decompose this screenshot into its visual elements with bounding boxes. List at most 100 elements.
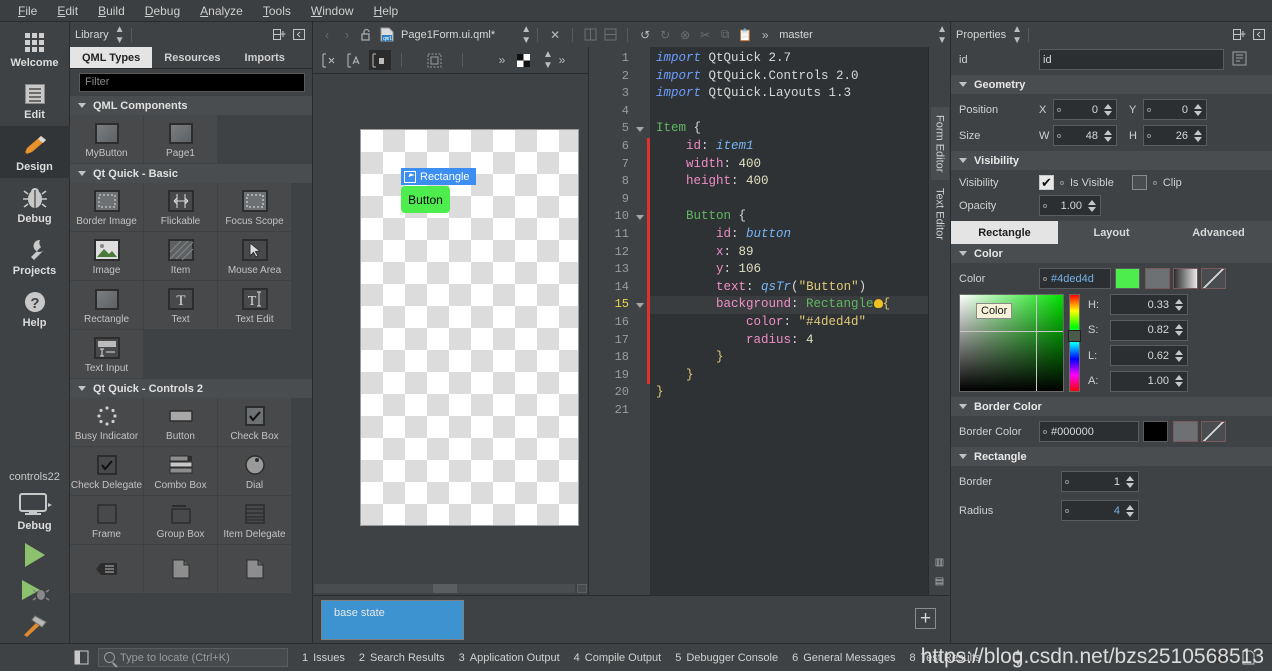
border-transparent-mode-button[interactable]	[1201, 421, 1226, 442]
output-pane-compile-output[interactable]: 4Compile Output	[574, 652, 662, 664]
menu-edit[interactable]: Edit	[47, 0, 88, 22]
clip-checkbox[interactable]	[1132, 175, 1147, 190]
library-item-mybutton[interactable]: MyButton	[70, 115, 144, 164]
forward-icon[interactable]: ›	[337, 25, 357, 44]
code-line[interactable]: id: item1	[650, 138, 928, 156]
library-item-item-delegate[interactable]: Item Delegate	[218, 496, 292, 545]
border-stepper[interactable]	[1124, 476, 1135, 488]
hue-thumb[interactable]	[1068, 330, 1081, 342]
color-swatch[interactable]	[1115, 268, 1140, 289]
properties-tab-layout[interactable]: Layout	[1058, 221, 1165, 244]
code-line[interactable]: text: qsTr("Button")	[650, 279, 928, 297]
sidebar-toggle-icon[interactable]: ▥	[935, 557, 944, 568]
code-line[interactable]: height: 400	[650, 173, 928, 191]
is-visible-checkbox[interactable]: ✔	[1039, 175, 1054, 190]
snap-anchor-icon[interactable]	[344, 50, 366, 70]
menu-analyze[interactable]: Analyze	[190, 0, 253, 22]
library-tab-resources[interactable]: Resources	[152, 47, 232, 68]
radius-field[interactable]: 4	[1061, 500, 1139, 521]
section-rectangle[interactable]: Rectangle	[951, 447, 1272, 466]
selection-badge[interactable]: Rectangle	[401, 168, 476, 185]
code-line[interactable]: Item {	[650, 120, 928, 138]
border-color-swatch[interactable]	[1143, 421, 1168, 442]
contrast-icon[interactable]	[512, 50, 534, 70]
opacity-field[interactable]: 1.00	[1039, 195, 1101, 216]
library-item-focus-scope[interactable]: Focus Scope	[218, 183, 292, 232]
menu-tools[interactable]: Tools	[253, 0, 301, 22]
lock-open-icon[interactable]	[357, 25, 377, 44]
code-line[interactable]: import QtQuick.Layouts 1.3	[650, 85, 928, 103]
menu-help[interactable]: Help	[364, 0, 409, 22]
h-field[interactable]: 0.33	[1110, 294, 1188, 315]
s-field[interactable]: 0.82	[1110, 320, 1188, 341]
output-pane-test-results[interactable]: 8Test Results	[910, 652, 981, 664]
id-input[interactable]: id	[1039, 49, 1224, 70]
code-line[interactable]: width: 400	[650, 156, 928, 174]
library-item-text-edit[interactable]: TText Edit	[218, 281, 292, 330]
library-content[interactable]: QML ComponentsMyButtonPage1Qt Quick - Ba…	[70, 96, 312, 643]
close-pane-icon[interactable]	[1251, 27, 1267, 43]
border-solid-mode-button[interactable]	[1173, 421, 1198, 442]
output-pane-issues[interactable]: 1Issues	[302, 652, 345, 664]
mode-welcome[interactable]: Welcome	[0, 22, 70, 74]
library-item-flickable[interactable]: Flickable	[144, 183, 218, 232]
file-selector[interactable]: Page1Form.ui.qml*	[397, 29, 515, 41]
branch-dropdown-icon[interactable]: ▲▼	[937, 24, 946, 46]
a-field[interactable]: 1.00	[1110, 371, 1188, 392]
library-section-qt-quick-controls-2[interactable]: Qt Quick - Controls 2	[70, 379, 312, 398]
expression-icon[interactable]	[1232, 51, 1247, 69]
mode-design[interactable]: Design	[0, 126, 70, 178]
undo-icon[interactable]: ↺	[635, 25, 655, 44]
mode-edit[interactable]: Edit	[0, 74, 70, 126]
transparent-mode-button[interactable]	[1201, 268, 1226, 289]
form-canvas[interactable]	[360, 129, 579, 526]
sidebar-split-icon[interactable]: ▤	[935, 576, 944, 587]
code-line[interactable]: Button {	[650, 208, 928, 226]
code-line[interactable]: id: button	[650, 226, 928, 244]
document-stack-icon[interactable]	[1242, 650, 1260, 666]
close-document-icon[interactable]: ✕	[545, 25, 565, 44]
library-item[interactable]	[144, 545, 218, 594]
code-line[interactable]: background: Rectangle{	[650, 296, 928, 314]
pane-switch-icon[interactable]: ▲▼	[115, 24, 124, 46]
redo-icon[interactable]: ↻	[655, 25, 675, 44]
more-icon[interactable]: »	[552, 51, 572, 70]
code-line[interactable]: radius: 4	[650, 332, 928, 350]
output-pane-search-results[interactable]: 2Search Results	[359, 652, 445, 664]
code-line[interactable]: }	[650, 367, 928, 385]
library-tab-imports[interactable]: Imports	[233, 47, 297, 68]
menu-file[interactable]: File	[8, 0, 47, 22]
library-item-page1[interactable]: Page1	[144, 115, 218, 164]
menu-build[interactable]: Build	[88, 0, 135, 22]
library-item-check-box[interactable]: Check Box	[218, 398, 292, 447]
chevrons-right-icon[interactable]: »	[755, 25, 775, 44]
debug-button[interactable]	[0, 573, 70, 607]
section-color[interactable]: Color	[951, 244, 1272, 263]
color-hex-field[interactable]: #4ded4d	[1039, 268, 1111, 289]
library-item-check-delegate[interactable]: Check Delegate	[70, 447, 144, 496]
library-item-combo-box[interactable]: Combo Box	[144, 447, 218, 496]
l-stepper[interactable]	[1173, 350, 1184, 362]
library-item[interactable]	[70, 545, 144, 594]
add-state-button[interactable]: +	[915, 608, 936, 629]
h-stepper[interactable]	[1192, 130, 1203, 142]
library-section-qt-quick-basic[interactable]: Qt Quick - Basic	[70, 164, 312, 183]
library-item[interactable]	[218, 545, 292, 594]
mode-help[interactable]: ?Help	[0, 282, 70, 334]
vertical-tab-form-editor[interactable]: Form Editor	[931, 107, 949, 180]
solid-mode-button[interactable]	[1145, 268, 1170, 289]
section-visibility[interactable]: Visibility	[951, 151, 1272, 170]
no-snap-icon[interactable]	[319, 50, 341, 70]
mode-projects[interactable]: Projects	[0, 230, 70, 282]
section-geometry[interactable]: Geometry	[951, 75, 1272, 94]
size-h-field[interactable]: 26	[1143, 125, 1207, 146]
fold-toggle-icon[interactable]	[633, 120, 647, 138]
fold-column[interactable]	[633, 47, 647, 595]
library-item-text-input[interactable]: Text Input	[70, 330, 144, 379]
cut-icon[interactable]: ✂	[695, 25, 715, 44]
mode-debug[interactable]: Debug	[0, 178, 70, 230]
form-canvas-wrap[interactable]: Rectangle Button	[313, 74, 588, 582]
close-pane-icon[interactable]	[291, 27, 307, 43]
vertical-tab-text-editor[interactable]: Text Editor	[931, 180, 949, 248]
scroll-track-right[interactable]	[457, 584, 576, 593]
